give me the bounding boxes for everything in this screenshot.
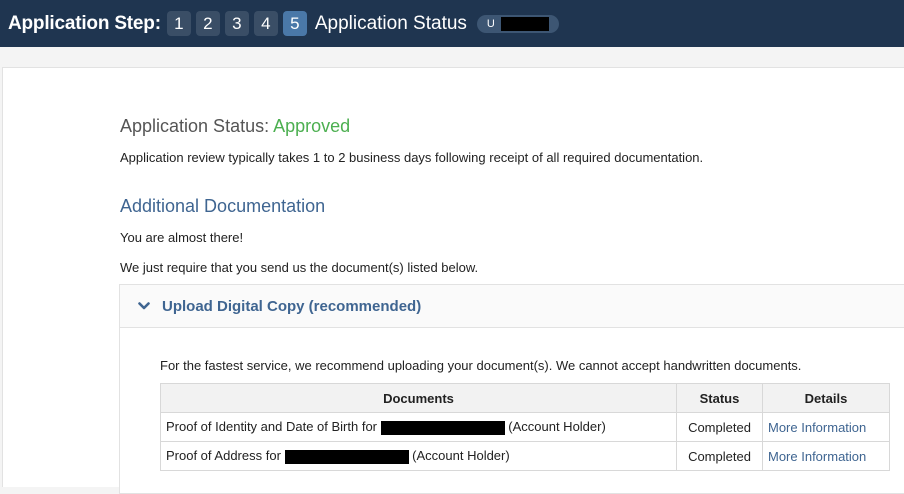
document-suffix: (Account Holder): [412, 448, 510, 464]
step-5-button[interactable]: 5: [282, 11, 307, 36]
app-step-title: Application Step:: [8, 12, 161, 34]
document-suffix: (Account Holder): [508, 419, 606, 435]
top-bar: Application Step: 1 2 3 4 5 Application …: [0, 0, 904, 47]
step-status-label: Application Status: [314, 12, 467, 34]
step-4-button[interactable]: 4: [253, 11, 278, 36]
upload-accordion: Upload Digital Copy (recommended) For th…: [119, 284, 904, 494]
document-name: Proof of Identity and Date of Birth for: [166, 419, 378, 435]
redacted-username: [500, 16, 549, 31]
redacted-name: [284, 449, 409, 464]
upload-accordion-header[interactable]: Upload Digital Copy (recommended): [120, 285, 904, 328]
status-cell: Completed: [676, 412, 763, 442]
table-row: Proof of Identity and Date of Birth for …: [160, 412, 890, 442]
step-2-button[interactable]: 2: [195, 11, 220, 36]
upload-accordion-body: For the fastest service, we recommend up…: [120, 328, 904, 471]
status-cell: Completed: [676, 441, 763, 471]
redacted-name: [380, 420, 505, 435]
document-name: Proof of Address for: [166, 448, 281, 464]
application-status-heading: Application Status: Approved: [120, 116, 350, 137]
more-information-link[interactable]: More Information: [768, 420, 866, 435]
table-row: Proof of Address for (Account Holder) Co…: [160, 441, 890, 471]
details-cell: More Information: [762, 412, 890, 442]
step-1-button[interactable]: 1: [166, 11, 191, 36]
document-cell: Proof of Address for (Account Holder): [160, 441, 677, 471]
more-information-link[interactable]: More Information: [768, 449, 866, 464]
details-cell: More Information: [762, 441, 890, 471]
upload-accordion-title: Upload Digital Copy (recommended): [162, 297, 422, 315]
additional-documentation-heading: Additional Documentation: [120, 196, 326, 216]
user-initial: U: [486, 17, 495, 30]
documents-table: Documents Status Details Proof of Identi…: [160, 383, 890, 471]
status-prefix: Application Status:: [120, 116, 270, 136]
user-badge[interactable]: U: [476, 14, 559, 33]
col-details: Details: [762, 383, 890, 413]
content-panel: Application Status: Approved Application…: [2, 67, 904, 494]
require-text: We just require that you send us the doc…: [120, 260, 479, 275]
col-status: Status: [676, 383, 763, 413]
document-cell: Proof of Identity and Date of Birth for …: [160, 412, 677, 442]
col-documents: Documents: [160, 383, 677, 413]
upload-note: For the fastest service, we recommend up…: [160, 358, 802, 373]
almost-there-text: You are almost there!: [120, 230, 244, 245]
chevron-down-icon: [138, 302, 150, 310]
step-3-button[interactable]: 3: [224, 11, 249, 36]
status-value: Approved: [273, 116, 351, 136]
review-note: Application review typically takes 1 to …: [120, 150, 704, 165]
